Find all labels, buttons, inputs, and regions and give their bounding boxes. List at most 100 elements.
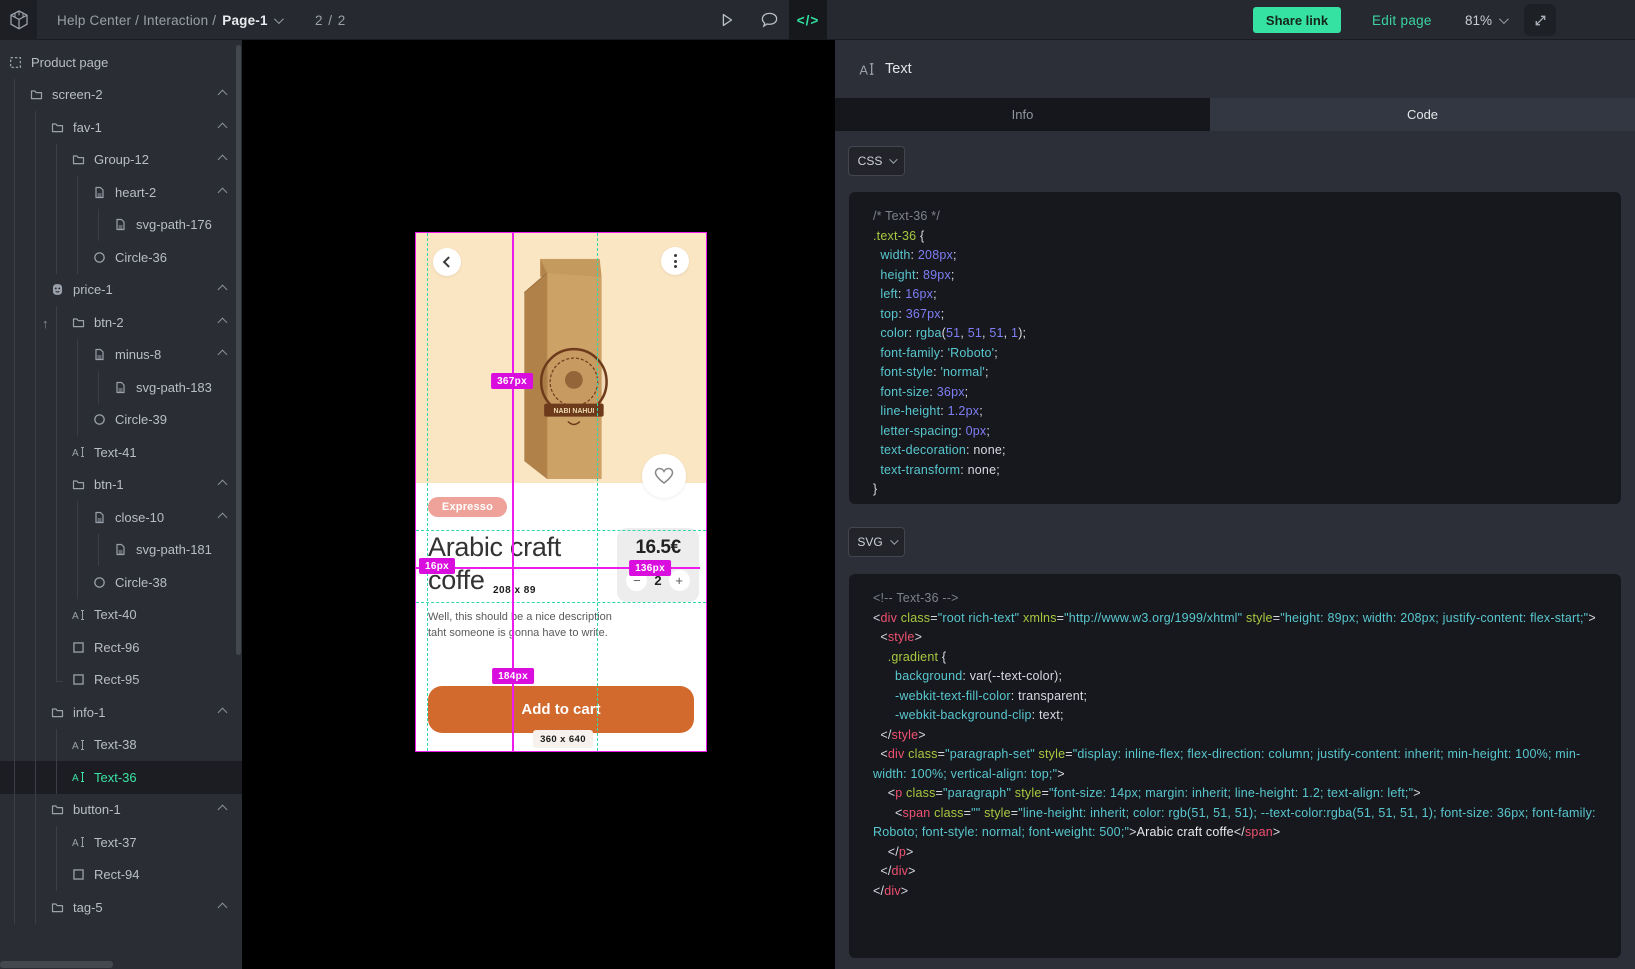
chevron-up-icon[interactable] <box>218 285 228 295</box>
app-logo[interactable] <box>0 0 37 40</box>
edit-page-link[interactable]: Edit page <box>1372 0 1432 40</box>
tree-connector-line <box>56 339 77 372</box>
chevron-up-icon[interactable] <box>218 480 228 490</box>
layer-row-circle-39[interactable]: Circle-39 <box>0 404 242 437</box>
chevron-up-icon[interactable] <box>218 707 228 717</box>
layer-label: Rect-96 <box>94 640 140 655</box>
layer-row-btn-1[interactable]: btn-1 <box>0 469 242 502</box>
layer-label: Text-40 <box>94 607 137 622</box>
product-description: Well, this should be a nice description … <box>428 610 612 641</box>
layer-row-product page[interactable]: Product page <box>0 46 242 79</box>
layer-row-minus-8[interactable]: minus-8 <box>0 339 242 372</box>
tab-code[interactable]: Code <box>1210 98 1635 131</box>
code-mode-button[interactable]: </> <box>789 0 827 40</box>
circle-layer-icon <box>92 575 106 589</box>
chevron-up-icon[interactable] <box>218 317 228 327</box>
text-layer-icon: A <box>71 608 85 622</box>
code-line: height: 89px; <box>873 266 1597 286</box>
svg-code-block[interactable]: <!-- Text-36 --><div class="root rich-te… <box>849 574 1621 958</box>
layer-label: svg-path-176 <box>136 217 212 232</box>
code-line: left: 16px; <box>873 285 1597 305</box>
breadcrumb-current-page[interactable]: Page-1 <box>222 13 267 28</box>
chevron-down-icon[interactable] <box>274 14 284 24</box>
chevron-up-icon[interactable] <box>218 805 228 815</box>
layer-row-text-37[interactable]: AText-37 <box>0 826 242 859</box>
zoom-level-dropdown[interactable]: 81% <box>1465 0 1506 40</box>
fullscreen-button[interactable] <box>1524 4 1556 36</box>
svg-format-dropdown[interactable]: SVG <box>848 527 905 557</box>
tree-connector-line <box>56 404 77 437</box>
tree-connector-line <box>14 729 35 762</box>
chevron-up-icon[interactable] <box>218 155 228 165</box>
css-format-dropdown[interactable]: CSS <box>848 146 905 176</box>
layer-row-text-40[interactable]: A Text-40 <box>0 599 242 632</box>
increase-quantity-button[interactable]: + <box>669 570 690 591</box>
layer-row-price-1[interactable]: price-1 <box>0 274 242 307</box>
layer-row-svg-path-183[interactable]: svg-path-183 <box>0 371 242 404</box>
page-counter: 2 / 2 <box>315 0 346 40</box>
layer-label: button-1 <box>73 802 121 817</box>
back-button[interactable] <box>433 248 461 276</box>
code-line: <!-- Text-36 --> <box>873 589 1597 609</box>
layer-row-btn-2[interactable]: btn-2 <box>0 306 242 339</box>
layer-row-circle-36[interactable]: Circle-36 <box>0 241 242 274</box>
chevron-up-icon[interactable] <box>218 350 228 360</box>
svg-text:A: A <box>72 741 79 751</box>
layer-row-tag-5[interactable]: tag-5 <box>0 891 242 924</box>
layer-row-fav-1[interactable]: fav-1 <box>0 111 242 144</box>
code-line: </p> <box>873 843 1597 863</box>
layer-row-text-41[interactable]: AText-41 <box>0 436 242 469</box>
layer-label: Rect-94 <box>94 867 140 882</box>
sidebar-vertical-scrollbar[interactable] <box>236 45 241 655</box>
circle-layer-icon <box>92 250 106 264</box>
layer-row-rect-94[interactable]: Rect-94 <box>0 859 242 892</box>
layer-label: Product page <box>31 55 108 70</box>
design-canvas[interactable]: NABI NAHUI Expresso Arabic craft coffe 2… <box>242 40 835 969</box>
chevron-up-icon[interactable] <box>218 122 228 132</box>
tree-connector-line <box>14 241 35 274</box>
code-line: <div class="paragraph-set" style="displa… <box>873 745 1597 784</box>
layer-row-circle-38[interactable]: Circle-38 <box>0 566 242 599</box>
chevron-up-icon[interactable] <box>218 90 228 100</box>
chevron-up-icon[interactable] <box>218 187 228 197</box>
layer-row-info-1[interactable]: info-1 <box>0 696 242 729</box>
folder-layer-icon <box>50 900 64 914</box>
code-line: <style> <box>873 628 1597 648</box>
breadcrumb[interactable]: Help Center / Interaction / Page-1 <box>57 0 281 40</box>
frame-layer-icon <box>8 55 22 69</box>
layer-row-rect-95[interactable]: Rect-95 <box>0 664 242 697</box>
tab-info[interactable]: Info <box>835 98 1210 131</box>
sidebar-horizontal-scrollbar[interactable] <box>0 961 113 968</box>
layer-row-svg-path-176[interactable]: svg-path-176 <box>0 209 242 242</box>
code-line: background: var(--text-color); <box>873 667 1597 687</box>
tree-connector-line <box>35 761 56 794</box>
layer-row-button-1[interactable]: button-1 <box>0 794 242 827</box>
comments-button[interactable] <box>750 0 788 40</box>
chevron-up-icon[interactable] <box>218 902 228 912</box>
favorite-button[interactable] <box>642 454 686 498</box>
layer-row-close-10[interactable]: close-10 <box>0 501 242 534</box>
code-line: </style> <box>873 726 1597 746</box>
mask-layer-icon <box>50 283 64 297</box>
add-to-cart-button[interactable]: Add to cart <box>428 686 694 733</box>
layer-row-screen-2[interactable]: screen-2 <box>0 79 242 112</box>
layer-row-text-36[interactable]: AText-36 <box>0 761 242 794</box>
play-button[interactable] <box>708 0 746 40</box>
tree-connector-line <box>35 371 56 404</box>
layer-row-heart-2[interactable]: heart-2 <box>0 176 242 209</box>
share-link-button[interactable]: Share link <box>1253 7 1341 33</box>
code-line: <span class="" style="line-height: inher… <box>873 804 1597 843</box>
tree-connector-line <box>14 859 35 892</box>
css-code-block[interactable]: /* Text-36 */.text-36 { width: 208px; he… <box>849 192 1621 504</box>
layer-row-svg-path-181[interactable]: svg-path-181 <box>0 534 242 567</box>
layer-row-rect-96[interactable]: Rect-96 <box>0 631 242 664</box>
play-icon <box>718 11 736 29</box>
tree-connector-line <box>14 534 35 567</box>
tree-connector-line <box>14 144 35 177</box>
layer-row-text-38[interactable]: AText-38 <box>0 729 242 762</box>
chevron-up-icon[interactable] <box>218 512 228 522</box>
decrease-quantity-button[interactable]: − <box>626 570 647 591</box>
circle-layer-icon <box>92 413 106 427</box>
layer-row-group-12[interactable]: Group-12 <box>0 144 242 177</box>
more-options-button[interactable] <box>661 247 689 275</box>
